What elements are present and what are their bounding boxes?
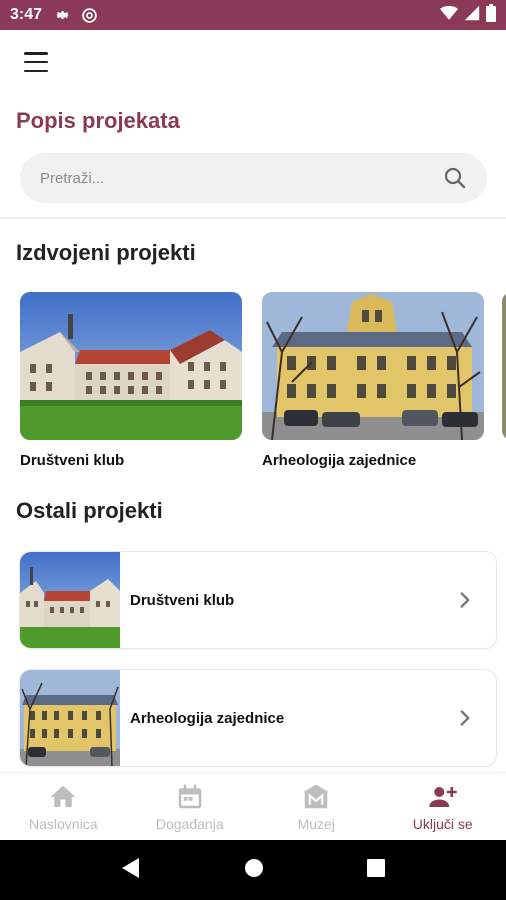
partial-card-photo — [502, 292, 506, 440]
list-item-title: Arheologija zajednice — [130, 709, 285, 727]
search-bar[interactable] — [20, 153, 487, 203]
featured-card-title: Društveni klub — [20, 452, 125, 469]
signal-icon — [464, 5, 480, 26]
nav-museum[interactable]: Muzej — [253, 773, 380, 840]
nav-join[interactable]: Uključi se — [380, 773, 506, 840]
hamburger-menu-icon[interactable] — [20, 50, 52, 74]
back-icon[interactable] — [121, 857, 141, 884]
nav-events[interactable]: Događanja — [127, 773, 254, 840]
manor-house-photo — [20, 292, 242, 440]
chevron-right-icon — [452, 587, 478, 613]
divider — [0, 217, 506, 219]
search-input[interactable] — [40, 169, 443, 187]
at-sign-icon — [80, 6, 98, 24]
list-item[interactable]: Društveni klub — [19, 551, 497, 649]
featured-card-title: Arheologija zajednice — [262, 452, 417, 469]
yellow-building-photo — [20, 670, 120, 766]
recents-icon[interactable] — [366, 858, 385, 882]
featured-carousel[interactable]: Društveni klub Arheologija zajednice — [0, 292, 506, 482]
add-person-icon — [428, 782, 458, 812]
featured-card[interactable]: Arheologija zajednice — [262, 292, 484, 469]
others-section-title: Ostali projekti — [16, 498, 163, 523]
status-time: 3:47 — [10, 6, 43, 23]
search-icon[interactable] — [443, 166, 467, 190]
nav-label: Muzej — [297, 815, 335, 832]
list-item-title: Društveni klub — [130, 591, 235, 609]
nav-label: Uključi se — [412, 815, 473, 832]
system-navigation-bar — [0, 840, 506, 900]
chevron-right-icon — [452, 705, 478, 731]
nav-home[interactable]: Naslovnica — [0, 773, 127, 840]
page-title: Popis projekata — [16, 108, 180, 133]
home-button-icon[interactable] — [244, 858, 264, 883]
bottom-navigation: Naslovnica Događanja Muzej Uključi se — [0, 772, 506, 840]
nav-label: Naslovnica — [29, 815, 98, 832]
featured-card[interactable] — [502, 292, 506, 452]
manor-house-photo — [20, 552, 120, 648]
museum-icon — [301, 782, 331, 812]
calendar-icon — [175, 782, 205, 812]
home-icon — [48, 782, 78, 812]
list-item[interactable]: Arheologija zajednice — [19, 669, 497, 767]
status-bar: 3:47 — [0, 0, 506, 30]
battery-icon — [486, 3, 496, 27]
app-bar — [0, 30, 506, 94]
nav-label: Događanja — [155, 815, 224, 832]
yellow-building-photo — [262, 292, 484, 440]
featured-section-title: Izdvojeni projekti — [16, 240, 196, 265]
featured-card[interactable]: Društveni klub — [20, 292, 242, 469]
wifi-icon — [440, 5, 458, 26]
settings-icon — [54, 6, 72, 24]
